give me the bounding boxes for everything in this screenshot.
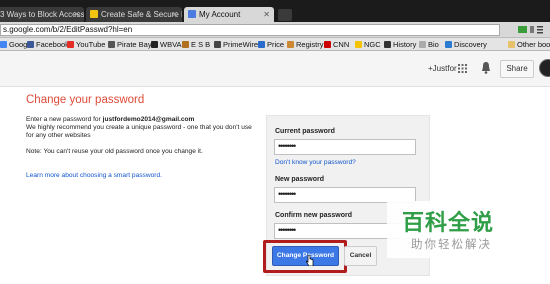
tab-label: Create Safe & Secure Pas (101, 10, 182, 19)
pointer-cursor-icon (306, 255, 314, 266)
instructions-prefix: Enter a new password for (26, 116, 103, 123)
url-field[interactable]: s.google.com/b/2/EditPasswd?hl=en (0, 24, 500, 36)
address-bar: s.google.com/b/2/EditPasswd?hl=en (0, 22, 550, 38)
bookmark-facebook[interactable]: Facebook (27, 38, 69, 50)
bookmark-discovery[interactable]: Discovery (445, 38, 487, 50)
instructions-suffix: We highly recommend you create a unique … (26, 124, 252, 139)
reuse-note: Note: You can't reuse your old password … (26, 148, 203, 155)
bookmark-esb[interactable]: E S B (182, 38, 210, 50)
apps-grid-icon[interactable] (458, 64, 467, 73)
avatar[interactable] (539, 59, 550, 77)
bookmark-registry[interactable]: Registry (287, 38, 324, 50)
bookmark-youtube[interactable]: YouTube (67, 38, 105, 50)
new-password-label: New password (275, 176, 325, 183)
watermark-subtitle: 助你轻松解决 (411, 237, 492, 251)
url-text: s.google.com/b/2/EditPasswd?hl=en (3, 25, 133, 34)
notifications-bell-icon[interactable] (481, 62, 491, 74)
share-button[interactable]: Share (500, 60, 534, 78)
password-instructions: Enter a new password for justfordemo2014… (26, 116, 260, 140)
tab-label: 3 Ways to Block Access to (0, 10, 84, 19)
bookmark-wbva[interactable]: WBVA (151, 38, 182, 50)
bookmark-price[interactable]: Price (258, 38, 284, 50)
learn-more-link[interactable]: Learn more about choosing a smart passwo… (26, 172, 162, 179)
bookmarks-bar: Google Facebook YouTube Pirate Bay WBVA … (0, 38, 550, 51)
extension-icons[interactable] (518, 25, 544, 36)
current-password-field[interactable]: •••••••• (274, 139, 416, 155)
tab-my-account[interactable]: My Account ✕ (184, 7, 274, 22)
watermark-title: 百科全说 (402, 211, 495, 236)
google-account-icon (188, 10, 196, 18)
account-email: justfordemo2014@gmail.com (102, 116, 195, 123)
google-plus-profile-link[interactable]: +Justfor (428, 64, 457, 73)
confirm-password-label: Confirm new password (275, 212, 353, 219)
bookmark-pirate-bay[interactable]: Pirate Bay (108, 38, 152, 50)
tab-block-access[interactable]: 3 Ways to Block Access to ✕ (0, 7, 84, 22)
bookmark-cnn[interactable]: CNN (324, 38, 349, 50)
close-tab-icon[interactable]: ✕ (171, 7, 178, 22)
close-tab-icon[interactable]: ✕ (263, 7, 270, 22)
browser-tab-strip: 3 Ways to Block Access to ✕ Create Safe … (0, 0, 550, 22)
new-tab-button[interactable] (278, 9, 292, 21)
bookmark-history[interactable]: History (384, 38, 416, 50)
wikihow-icon (90, 10, 98, 18)
close-tab-icon[interactable]: ✕ (73, 7, 80, 22)
cancel-button[interactable]: Cancel (344, 246, 377, 266)
bookmark-ngc[interactable]: NGC (355, 38, 381, 50)
tab-create-safe-password[interactable]: Create Safe & Secure Pas ✕ (86, 7, 182, 22)
bookmark-primewire[interactable]: PrimeWire (214, 38, 258, 50)
forgot-password-link[interactable]: Don't know your password? (275, 159, 356, 166)
page-title: Change your password (26, 94, 145, 106)
google-bar: +Justfor Share (0, 51, 550, 87)
tab-label: My Account (199, 10, 241, 19)
bookmark-other[interactable]: Other book (508, 38, 550, 50)
bookmark-bio[interactable]: Bio (419, 38, 439, 50)
extensions-icon[interactable] (518, 25, 544, 34)
current-password-label: Current password (275, 128, 335, 135)
